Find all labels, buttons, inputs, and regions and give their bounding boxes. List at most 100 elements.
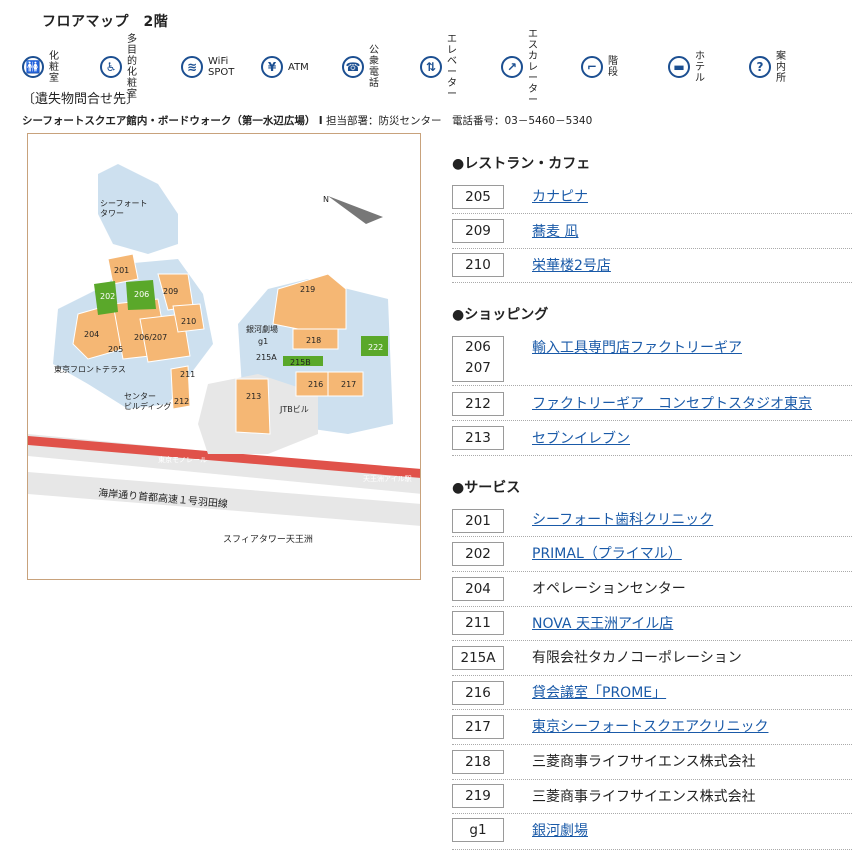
map-label-ginga-theater: 銀河劇場 <box>246 324 278 334</box>
lost-found-detail: 担当部署：防災センター 電話番号：03－5460－5340 <box>325 115 593 127</box>
list-item: g1 銀河劇場 <box>452 813 852 850</box>
unit-218: 218 <box>306 336 321 345</box>
list-item: 209 蕎麦 凪 <box>452 213 852 249</box>
legend-label: ホテル <box>695 50 705 84</box>
store-name: 三菱商事ライフサイエンス株式会社 <box>532 754 756 770</box>
page-title: フロアマップ 2階 <box>42 14 169 30</box>
list-item: 212 ファクトリーギア コンセプトスタジオ東京 <box>452 385 852 421</box>
unit-number: 217 <box>452 715 504 739</box>
store-link[interactable]: シーフォート歯科クリニック <box>532 509 713 529</box>
wifi-icon: ≋ <box>181 56 203 78</box>
legend-label: 案内所 <box>776 50 786 84</box>
store-link[interactable]: カナピナ <box>532 186 588 206</box>
list-item: 213 セブンイレブン <box>452 420 852 456</box>
unit-number: 202 <box>452 542 504 566</box>
stairs-icon: ⌐ <box>581 56 603 78</box>
hotel-icon: ▬ <box>668 56 690 78</box>
unit-217: 217 <box>341 380 356 389</box>
lost-found-info: シーフォートスクエア館内・ボードウォーク（第一水辺広場） I 担当部署：防災セン… <box>22 113 592 128</box>
list-item: 204 オペレーションセンター <box>452 571 852 607</box>
list-item: 206 207 輸入工具専門店ファクトリーギア <box>452 330 852 386</box>
list-item: 218 三菱商事ライフサイエンス株式会社 <box>452 744 852 780</box>
north-arrow-shape <box>328 196 383 224</box>
map-label-sphere-tower: スフィアタワー天王洲 <box>223 534 313 545</box>
legend-label: 階 段 <box>608 56 628 78</box>
unit-number: 209 <box>452 219 504 243</box>
atm-icon: ¥ <box>261 56 283 78</box>
elevator-icon: ⇅ <box>420 56 442 78</box>
legend-restroom: 🚻 化粧室 <box>22 51 59 84</box>
store-link[interactable]: NOVA 天王洲アイル店 <box>532 613 673 633</box>
unit-206-207: 206/207 <box>134 333 167 342</box>
store-name: 有限会社タカノコーポレーション <box>532 650 742 666</box>
section-heading-shopping: ●ショッピング <box>452 307 549 323</box>
map-label-monorail: 東京モノレール <box>158 455 207 464</box>
lost-found-location: シーフォートスクエア館内・ボードウォーク（第一水辺広場） <box>22 115 316 127</box>
store-link[interactable]: 栄華楼2号店 <box>532 255 611 275</box>
lost-found-heading: 〔遺失物問合せ先〕 <box>22 92 140 107</box>
unit-number: 210 <box>452 253 504 277</box>
legend-phone: ☎ 公衆電話 <box>342 45 379 89</box>
legend-multipurpose-restroom: ♿ 多目的 化粧室 <box>100 34 137 100</box>
multipurpose-restroom-icon: ♿ <box>100 56 122 78</box>
unit-209: 209 <box>163 287 178 296</box>
unit-211: 211 <box>180 370 195 379</box>
unit-number: g1 <box>452 818 504 842</box>
unit-201: 201 <box>114 266 129 275</box>
info-icon: ? <box>749 56 771 78</box>
unit-number: 206 207 <box>452 336 504 382</box>
legend-label: ATM <box>288 61 309 73</box>
unit-number: 204 <box>452 577 504 601</box>
list-item: 217 東京シーフォートスクエアクリニック <box>452 709 852 745</box>
store-link[interactable]: 輸入工具専門店ファクトリーギア <box>532 337 742 357</box>
unit-210: 210 <box>181 317 196 326</box>
legend-atm: ¥ ATM <box>261 53 309 81</box>
restroom-icon: 🚻 <box>22 56 44 78</box>
legend-stairs: ⌐ 階 段 <box>581 53 628 81</box>
map-label-jtb-building: JTBビル <box>279 405 309 414</box>
unit-number: 216 <box>452 681 504 705</box>
legend-label: エレ ベーター <box>447 34 457 100</box>
unit-g1: g1 <box>258 337 268 346</box>
store-link[interactable]: 蕎麦 凪 <box>532 221 578 241</box>
list-item: 202 PRIMAL（プライマル） <box>452 536 852 572</box>
unit-206: 206 <box>134 290 149 299</box>
unit-number: 218 <box>452 750 504 774</box>
map-label-tokyo-front-terrace: 東京フロントテラス <box>54 364 126 374</box>
legend-wifi: ≋ WiFi SPOT <box>181 53 234 81</box>
unit-222: 222 <box>368 343 383 352</box>
unit-number: 213 <box>452 426 504 450</box>
legend-elevator: ⇅ エレ ベーター <box>420 34 457 100</box>
store-link[interactable]: ファクトリーギア コンセプトスタジオ東京 <box>532 393 812 413</box>
list-item: 219 三菱商事ライフサイエンス株式会社 <box>452 779 852 814</box>
store-link[interactable]: セブンイレブン <box>532 428 630 448</box>
unit-number: 205 <box>452 185 504 209</box>
section-heading-restaurant: ●レストラン・カフェ <box>452 156 591 172</box>
escalator-icon: ↗ <box>501 56 523 78</box>
list-item: 211 NOVA 天王洲アイル店 <box>452 606 852 641</box>
legend-label: エスカ レーター <box>528 28 538 106</box>
legend-info: ? 案内所 <box>749 50 786 84</box>
unit-205: 205 <box>108 345 123 354</box>
legend-escalator: ↗ エスカ レーター <box>501 29 538 106</box>
unit-219: 219 <box>300 285 315 294</box>
store-link[interactable]: 銀河劇場 <box>532 820 588 840</box>
unit-number: 219 <box>452 784 504 808</box>
store-link[interactable]: 貸会議室「PROME」 <box>532 682 666 702</box>
unit-204: 204 <box>84 330 99 339</box>
store-name: オペレーションセンター <box>532 581 686 597</box>
list-item: 215A 有限会社タカノコーポレーション <box>452 640 852 676</box>
list-item: 210 栄華楼2号店 <box>452 248 852 283</box>
unit-213: 213 <box>246 392 261 401</box>
section-heading-service: ●サービス <box>452 480 521 496</box>
floor-map-svg: シーフォート タワー 東京フロントテラス センター ビルディング 銀河劇場 JT… <box>28 164 420 545</box>
legend-label: WiFi SPOT <box>208 56 235 78</box>
unit-215a: 215A <box>256 353 277 362</box>
store-link[interactable]: 東京シーフォートスクエアクリニック <box>532 716 768 736</box>
map-label-station: 天王洲アイル駅 <box>363 475 412 483</box>
legend-label: 公衆電話 <box>369 45 379 89</box>
floor-map: シーフォート タワー 東京フロントテラス センター ビルディング 銀河劇場 JT… <box>27 133 421 580</box>
store-link[interactable]: PRIMAL（プライマル） <box>532 543 682 563</box>
phone-icon: ☎ <box>342 56 364 78</box>
list-item: 205 カナピナ <box>452 178 852 214</box>
